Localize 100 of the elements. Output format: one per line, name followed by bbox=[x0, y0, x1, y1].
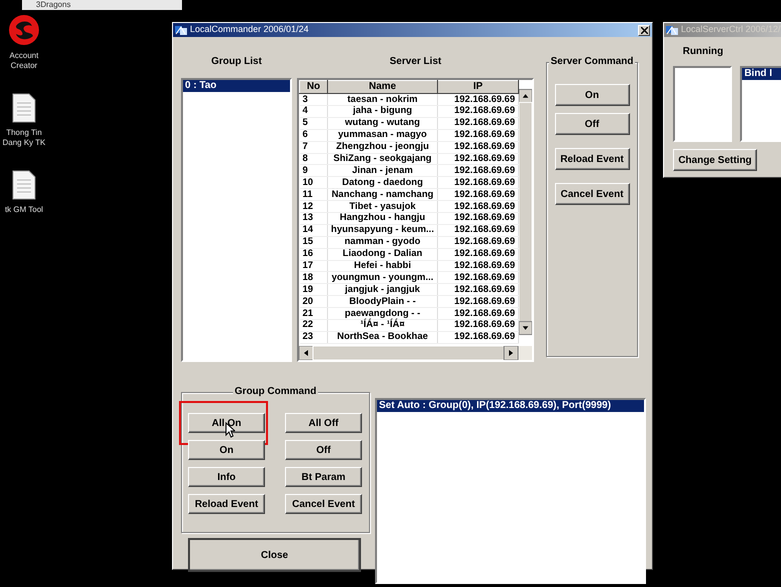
table-cell: 192.168.69.69 bbox=[438, 331, 518, 344]
table-cell: 16 bbox=[300, 248, 328, 260]
table-cell: Hefei - habbi bbox=[328, 260, 438, 272]
command-button[interactable]: On bbox=[554, 84, 630, 106]
app-icon bbox=[666, 24, 678, 36]
table-cell: 12 bbox=[300, 200, 328, 213]
document-icon[interactable] bbox=[12, 170, 36, 200]
table-cell: 7 bbox=[300, 141, 328, 154]
table-cell: 192.168.69.69 bbox=[438, 153, 518, 165]
bind-list-item[interactable]: Bind I bbox=[742, 68, 781, 80]
table-cell: Liaodong - Dalian bbox=[328, 248, 438, 260]
table-cell: 192.168.69.69 bbox=[438, 248, 518, 260]
taskbar-tab[interactable]: 3Dragons bbox=[22, 0, 182, 10]
table-cell: 17 bbox=[300, 260, 328, 272]
table-cell: 23 bbox=[300, 331, 328, 344]
table-cell: taesan - nokrim bbox=[328, 94, 438, 106]
table-cell: wutang - wutang bbox=[328, 117, 438, 130]
table-cell: NorthSea - Bookhae bbox=[328, 331, 438, 344]
table-cell: BloodyPlain - - bbox=[328, 296, 438, 308]
command-button[interactable]: Off bbox=[285, 440, 362, 460]
table-cell: jangjuk - jangjuk bbox=[328, 284, 438, 296]
table-cell: 192.168.69.69 bbox=[438, 164, 518, 177]
group-list-item[interactable]: 0 : Tao bbox=[183, 80, 290, 92]
table-cell: ShiZang - seokgajang bbox=[328, 153, 438, 165]
icon-label[interactable]: tk GM Tool bbox=[0, 205, 48, 215]
table-cell: 192.168.69.69 bbox=[438, 141, 518, 154]
table-cell: Nanchang - namchang bbox=[328, 188, 438, 201]
close-button[interactable]: Close bbox=[188, 538, 361, 572]
table-cell: hyunsapyung - keum... bbox=[328, 224, 438, 236]
table-cell: 192.168.69.69 bbox=[438, 117, 518, 130]
table-cell: ¹ÍÁ¤ - ¹ÍÁ¤ bbox=[328, 320, 438, 332]
command-button[interactable]: Reload Event bbox=[554, 148, 630, 170]
table-cell: 192.168.69.69 bbox=[438, 236, 518, 248]
command-button[interactable]: Cancel Event bbox=[285, 494, 362, 514]
command-button[interactable]: Cancel Event bbox=[554, 183, 630, 205]
table-cell: 6 bbox=[300, 129, 328, 142]
log-entry[interactable]: Set Auto : Group(0), IP(192.168.69.69), Port(9999) bbox=[377, 400, 644, 412]
command-button[interactable]: Off bbox=[554, 113, 630, 135]
table-cell: 192.168.69.69 bbox=[438, 284, 518, 296]
table-cell: 192.168.69.69 bbox=[438, 272, 518, 284]
app-icon bbox=[175, 24, 187, 36]
table-cell: 3 bbox=[300, 94, 328, 106]
table-cell: 192.168.69.69 bbox=[438, 308, 518, 320]
section-heading: Group List bbox=[210, 55, 263, 69]
command-button[interactable]: All On bbox=[188, 413, 265, 433]
table-cell: 192.168.69.69 bbox=[438, 224, 518, 236]
table-cell: 11 bbox=[300, 188, 328, 201]
table-cell: 9 bbox=[300, 164, 328, 177]
table-cell: Zhengzhou - jeongju bbox=[328, 141, 438, 154]
emblem-icon[interactable] bbox=[8, 14, 40, 46]
group-title: Group Command bbox=[232, 386, 318, 398]
table-cell: Jinan - jenam bbox=[328, 164, 438, 177]
icon-label[interactable]: Thong Tin Dang Ky TK bbox=[0, 128, 48, 148]
table-cell: Hangzhou - hangju bbox=[328, 212, 438, 224]
table-cell: Datong - daedong bbox=[328, 176, 438, 189]
horizontal-scrollbar[interactable] bbox=[299, 346, 532, 360]
table-cell: 192.168.69.69 bbox=[438, 129, 518, 142]
window-title: LocalCommander 2006/01/24 bbox=[190, 23, 309, 36]
table-cell: yummasan - magyo bbox=[328, 129, 438, 142]
icon-label[interactable]: Account Creator bbox=[0, 51, 48, 71]
table-cell: 20 bbox=[300, 296, 328, 308]
column-header[interactable]: No bbox=[300, 80, 328, 94]
table-cell: 22 bbox=[300, 320, 328, 332]
column-header[interactable]: IP bbox=[438, 80, 518, 94]
table-cell: 13 bbox=[300, 212, 328, 224]
table-cell: 14 bbox=[300, 224, 328, 236]
table-cell: 192.168.69.69 bbox=[438, 296, 518, 308]
command-button[interactable]: Reload Event bbox=[188, 494, 265, 514]
table-cell: 192.168.69.69 bbox=[438, 176, 518, 189]
section-heading: Running bbox=[682, 45, 724, 59]
command-button[interactable]: Bt Param bbox=[285, 467, 362, 487]
table-cell: 192.168.69.69 bbox=[438, 106, 518, 118]
table-cell: youngmun - youngm... bbox=[328, 272, 438, 284]
table-cell: 192.168.69.69 bbox=[438, 260, 518, 272]
command-button[interactable]: All Off bbox=[285, 413, 362, 433]
close-icon bbox=[640, 26, 648, 34]
document-icon[interactable] bbox=[12, 93, 36, 123]
table-cell: 5 bbox=[300, 117, 328, 130]
table-cell: 4 bbox=[300, 106, 328, 118]
column-header[interactable]: Name bbox=[328, 80, 438, 94]
table-cell: 10 bbox=[300, 176, 328, 189]
table-cell: 192.168.69.69 bbox=[438, 94, 518, 106]
table-cell: jaha - bigung bbox=[328, 106, 438, 118]
table-cell: 192.168.69.69 bbox=[438, 188, 518, 201]
command-button[interactable]: Info bbox=[188, 467, 265, 487]
table-cell: 19 bbox=[300, 284, 328, 296]
table-cell: 192.168.69.69 bbox=[438, 212, 518, 224]
change-setting-button[interactable]: Change Setting bbox=[673, 149, 757, 171]
table-cell: namman - gyodo bbox=[328, 236, 438, 248]
command-button[interactable]: On bbox=[188, 440, 265, 460]
table-cell: 192.168.69.69 bbox=[438, 200, 518, 213]
table-cell: paewangdong - - bbox=[328, 308, 438, 320]
table-cell: 8 bbox=[300, 153, 328, 165]
table-cell: 18 bbox=[300, 272, 328, 284]
table-cell: Tibet - yasujok bbox=[328, 200, 438, 213]
section-heading: Server List bbox=[388, 55, 442, 69]
table-cell: 192.168.69.69 bbox=[438, 320, 518, 332]
table-cell: 21 bbox=[300, 308, 328, 320]
close-window-button[interactable] bbox=[638, 24, 650, 36]
table-cell: 15 bbox=[300, 236, 328, 248]
